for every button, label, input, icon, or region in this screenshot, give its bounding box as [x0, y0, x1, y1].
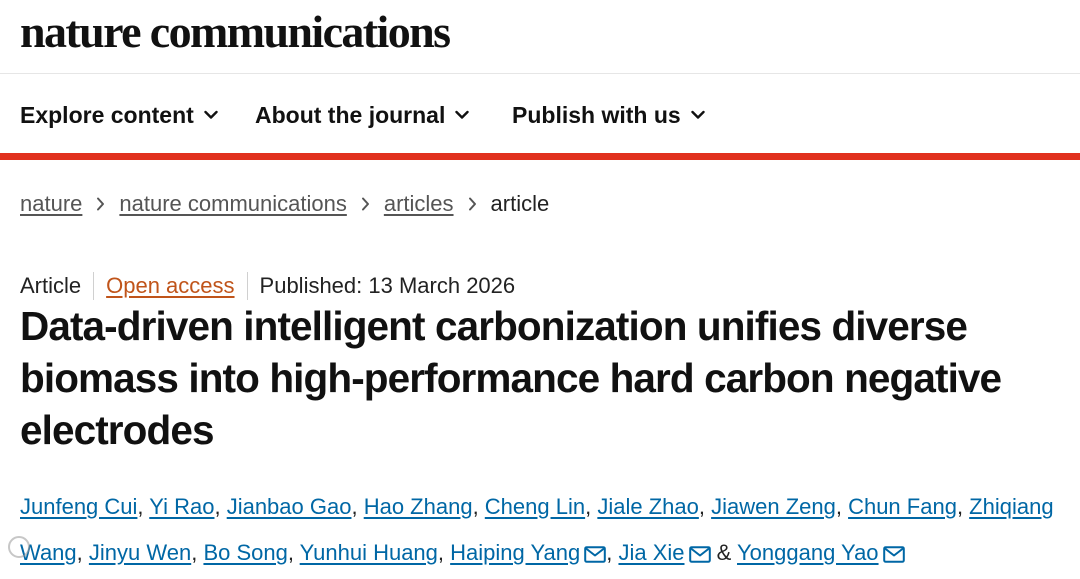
author-link[interactable]: Jia Xie — [618, 540, 684, 565]
breadcrumb-current: article — [490, 191, 550, 216]
nav-about-journal-label: About the journal — [255, 101, 446, 128]
author-separator: , — [191, 540, 204, 565]
nav-explore-content-label: Explore content — [20, 101, 194, 128]
author-link[interactable]: Jinyu Wen — [89, 540, 191, 565]
meta-divider — [246, 272, 248, 300]
author-link[interactable]: Junfeng Cui — [20, 494, 137, 519]
author-separator: , — [287, 540, 300, 565]
author-separator: , — [585, 494, 598, 519]
breadcrumb-articles[interactable]: articles — [384, 191, 454, 217]
author-separator: , — [214, 494, 227, 519]
article-type: Article — [20, 273, 82, 298]
author-link[interactable]: Bo Song — [203, 540, 287, 565]
author-separator: , — [137, 494, 150, 519]
author-separator: , — [351, 494, 364, 519]
author-link[interactable]: Jianbao Gao — [227, 494, 352, 519]
author-link[interactable]: Yi Rao — [149, 494, 214, 519]
masthead: nature communications — [0, 0, 1080, 74]
chevron-right-icon — [468, 197, 477, 211]
breadcrumb-nature-communications[interactable]: nature communications — [119, 191, 346, 217]
article-title: Data-driven intelligent carbonization un… — [20, 303, 1002, 453]
chevron-right-icon — [361, 197, 370, 211]
journal-logo[interactable]: nature communications — [20, 6, 451, 58]
author-list: Junfeng Cui, Yi Rao, Jianbao Gao, Hao Zh… — [20, 484, 1075, 579]
nav-publish-with-us-label: Publish with us — [512, 101, 681, 128]
main-nav: Explore content About the journal Publis… — [0, 74, 1080, 154]
published-date: Published: 13 March 2026 — [259, 273, 516, 298]
author-separator: , — [437, 540, 451, 565]
mail-icon[interactable] — [584, 533, 607, 579]
author-link[interactable]: Jiawen Zeng — [711, 494, 836, 519]
author-link[interactable]: Yonggang Yao — [737, 540, 879, 565]
breadcrumb-nature[interactable]: nature — [20, 191, 82, 217]
nav-explore-content[interactable]: Explore content — [20, 100, 218, 130]
chevron-right-icon — [96, 197, 105, 211]
author-link[interactable]: Chun Fang — [848, 494, 957, 519]
author-link[interactable]: Hao Zhang — [364, 494, 473, 519]
author-link[interactable]: Jiale Zhao — [597, 494, 699, 519]
author-separator: , — [835, 494, 849, 519]
author-link[interactable]: Yunhui Huang — [300, 540, 438, 565]
article-meta: Article Open access Published: 13 March … — [20, 270, 515, 302]
mail-icon[interactable] — [882, 533, 905, 579]
mail-icon[interactable] — [688, 533, 711, 579]
open-access-link[interactable]: Open access — [106, 273, 234, 299]
nav-accent-rule — [0, 153, 1080, 160]
nav-about-journal[interactable]: About the journal — [255, 100, 470, 130]
author-link[interactable]: Cheng Lin — [485, 494, 585, 519]
author-ampersand: & — [710, 540, 738, 565]
chevron-down-icon — [455, 110, 470, 120]
author-separator: , — [956, 494, 970, 519]
author-separator: , — [472, 494, 485, 519]
author-separator: , — [76, 540, 89, 565]
breadcrumb: nature nature communications articles ar… — [20, 188, 549, 220]
author-separator: , — [698, 494, 712, 519]
chevron-down-icon — [690, 110, 705, 120]
chevron-down-icon — [204, 110, 218, 120]
author-separator: , — [606, 540, 619, 565]
author-link[interactable]: Haiping Yang — [450, 540, 580, 565]
nav-publish-with-us[interactable]: Publish with us — [512, 100, 705, 130]
meta-divider — [93, 272, 95, 300]
